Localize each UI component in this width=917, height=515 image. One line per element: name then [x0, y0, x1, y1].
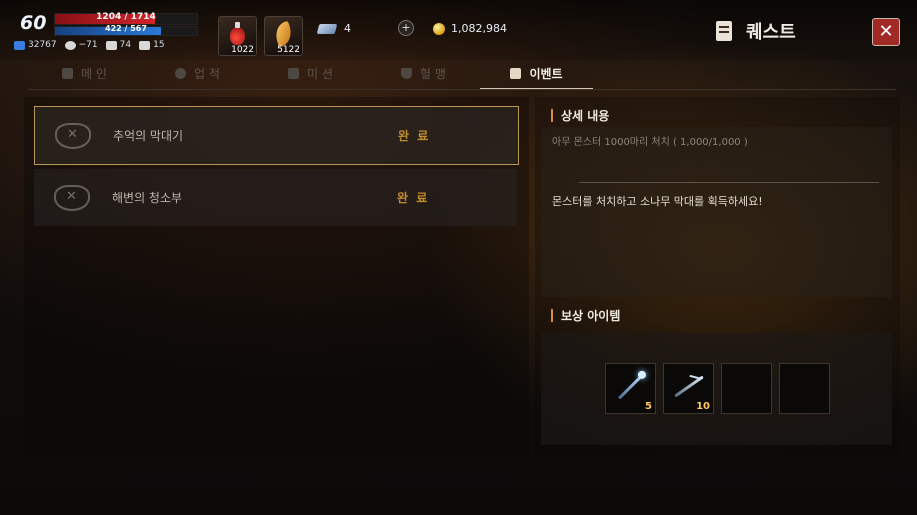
reward-slot-empty[interactable] [721, 363, 772, 414]
hp-text: 1204 / 1714 [96, 12, 156, 22]
boot-icon [105, 40, 117, 50]
ticket-value: 4 [344, 22, 351, 35]
quest-list: 추억의 막대기 완 료 해변의 청소부 완 료 [24, 97, 529, 456]
reward-header: 보상 아이템 [541, 303, 894, 327]
tab-label: 메 인 [81, 67, 107, 81]
quest-emblem-icon [54, 184, 90, 211]
gold-coin-icon [433, 22, 445, 35]
tab-divider [28, 89, 896, 90]
experience-value: 32767 [28, 40, 57, 50]
leaf-qty: 5122 [277, 45, 300, 55]
medal-icon [175, 68, 187, 79]
top-hud: 60 1204 / 1714 422 / 567 32767 −71 74 15… [0, 0, 917, 60]
stat-skull: −71 [64, 40, 98, 50]
gold-counter: 1,082,984 [433, 22, 507, 35]
tab-label: 혈 맹 [420, 67, 446, 81]
ticket-counter: 4 [316, 22, 351, 35]
quest-name: 추억의 막대기 [113, 129, 184, 143]
reward-qty: 10 [696, 401, 710, 412]
quest-item[interactable]: 추억의 막대기 완 료 [34, 106, 519, 165]
reward-slot[interactable]: 5 [605, 363, 656, 414]
red-potion-icon [230, 22, 245, 45]
tab-label: 이벤트 [529, 67, 563, 81]
quest-detail-panel: 상세 내용 아무 몬스터 1000마리 처치 ( 1,000/1,000 ) 몬… [535, 97, 900, 456]
potion-slot[interactable]: 1022 [218, 16, 257, 56]
header-accent [551, 108, 553, 122]
stat-speed: 15 [139, 40, 165, 50]
detail-divider [579, 182, 879, 183]
reward-slot-empty[interactable] [779, 363, 830, 414]
shield-icon [401, 68, 413, 79]
boot-value: 74 [119, 40, 132, 50]
magic-wand-icon [617, 373, 645, 400]
potion-qty: 1022 [231, 45, 254, 55]
tab-main[interactable]: 메 인 [28, 60, 141, 90]
add-currency-button[interactable]: + [398, 20, 414, 36]
list-icon [62, 68, 74, 79]
tab-event[interactable]: 이벤트 [480, 60, 593, 90]
reward-header-text: 보상 아이템 [561, 308, 621, 323]
tab-label: 미 션 [307, 67, 333, 81]
tab-clan[interactable]: 혈 맹 [367, 60, 480, 90]
skull-value: −71 [78, 40, 98, 50]
reward-qty: 5 [645, 401, 652, 412]
quest-status: 완 료 [398, 129, 431, 143]
ticket-icon [316, 23, 338, 34]
window-title-text: 퀘스트 [746, 22, 796, 43]
close-icon: ✕ [878, 21, 894, 42]
quest-description: 몬스터를 처치하고 소나무 막대를 획득하세요! [552, 195, 763, 208]
speed-icon [139, 40, 151, 50]
detail-box: 아무 몬스터 1000마리 처치 ( 1,000/1,000 ) 몬스터를 처치… [541, 127, 892, 297]
reward-box: 5 10 [541, 333, 892, 445]
speed-value: 15 [153, 40, 165, 50]
tab-bar: 메 인 업 적 미 션 혈 맹 이벤트 [28, 60, 896, 90]
flag-icon [288, 68, 300, 79]
gold-value: 1,082,984 [451, 22, 507, 35]
close-button[interactable]: ✕ [872, 18, 900, 46]
scroll-icon [716, 21, 732, 41]
pine-stick-icon [674, 375, 704, 398]
mp-bar: 422 / 567 [54, 24, 198, 36]
experience-icon [14, 40, 25, 50]
skull-icon [64, 40, 76, 50]
quest-name: 해변의 청소부 [112, 191, 183, 205]
quest-condition: 아무 몬스터 1000마리 처치 ( 1,000/1,000 ) [552, 137, 748, 148]
stat-boot: 74 [105, 40, 132, 50]
stat-experience: 32767 [14, 40, 57, 50]
stats-row: 32767 −71 74 15 [14, 40, 165, 50]
quest-status: 완 료 [397, 191, 430, 205]
detail-header: 상세 내용 [541, 103, 894, 127]
detail-header-text: 상세 내용 [561, 108, 610, 123]
tab-mission[interactable]: 미 션 [254, 60, 367, 90]
tab-label: 업 적 [194, 67, 220, 81]
gift-icon [510, 68, 522, 79]
quest-item[interactable]: 해변의 청소부 완 료 [34, 169, 517, 226]
quest-emblem-icon [55, 122, 91, 149]
header-accent [551, 308, 553, 322]
mp-text: 422 / 567 [105, 24, 147, 33]
reward-slot[interactable]: 10 [663, 363, 714, 414]
tab-achievement[interactable]: 업 적 [141, 60, 254, 90]
golden-leaf-icon [271, 20, 296, 48]
window-title: 퀘스트 [716, 18, 796, 44]
character-level: 60 [20, 12, 47, 34]
leaf-slot[interactable]: 5122 [264, 16, 303, 56]
